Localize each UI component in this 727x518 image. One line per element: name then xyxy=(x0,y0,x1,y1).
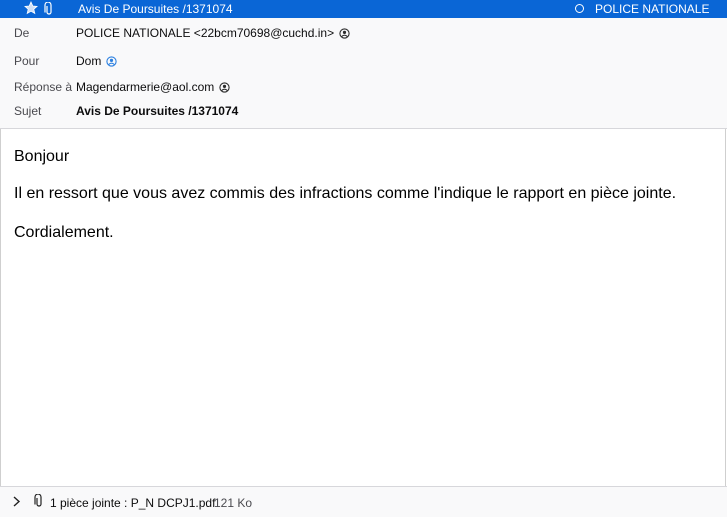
contact-icon[interactable] xyxy=(339,27,350,39)
header-reply-to-row: Réponse à Magendarmerie@aol.com xyxy=(0,77,727,97)
to-address[interactable]: Dom xyxy=(76,54,101,68)
subject-value: Avis De Poursuites /1371074 xyxy=(76,104,239,118)
attachment-bar[interactable]: 1 pièce jointe : P_N DCPJ1.pdf 121 Ko xyxy=(0,486,727,517)
body-greeting: Bonjour xyxy=(14,148,70,165)
message-header: De POLICE NATIONALE <22bcm70698@cuchd.in… xyxy=(0,18,727,129)
header-to-row: Pour Dom xyxy=(0,51,727,71)
body-closing: Cordialement. xyxy=(14,224,114,241)
message-row-subject: Avis De Poursuites /1371074 xyxy=(78,2,233,16)
from-label: De xyxy=(14,26,30,40)
selected-message-row[interactable]: Avis De Poursuites /1371074 POLICE NATIO… xyxy=(0,0,727,18)
to-label: Pour xyxy=(14,54,40,68)
reply-to-address[interactable]: Magendarmerie@aol.com xyxy=(76,80,214,94)
reply-to-value[interactable]: Magendarmerie@aol.com xyxy=(76,80,230,94)
from-address[interactable]: POLICE NATIONALE <22bcm70698@cuchd.in> xyxy=(76,26,334,40)
status-dot-icon[interactable] xyxy=(575,4,584,13)
subject-label: Sujet xyxy=(14,104,42,118)
star-icon[interactable] xyxy=(24,1,38,15)
body-line: Il en ressort que vous avez commis des i… xyxy=(14,185,677,202)
to-value[interactable]: Dom xyxy=(76,54,117,68)
header-subject-row: Sujet Avis De Poursuites /1371074 xyxy=(0,101,727,121)
header-from-row: De POLICE NATIONALE <22bcm70698@cuchd.in… xyxy=(0,23,727,43)
paperclip-icon xyxy=(34,494,42,507)
contact-icon[interactable] xyxy=(219,81,230,93)
attachment-summary[interactable]: 1 pièce jointe : P_N DCPJ1.pdf xyxy=(50,496,215,510)
reply-to-label: Réponse à xyxy=(14,80,73,94)
chevron-right-icon[interactable] xyxy=(12,496,21,507)
contact-icon[interactable] xyxy=(106,55,117,67)
from-value[interactable]: POLICE NATIONALE <22bcm70698@cuchd.in> xyxy=(76,26,350,40)
message-row-sender: POLICE NATIONALE xyxy=(595,2,710,16)
paperclip-icon xyxy=(44,2,52,15)
attachment-size: 121 Ko xyxy=(214,496,253,510)
